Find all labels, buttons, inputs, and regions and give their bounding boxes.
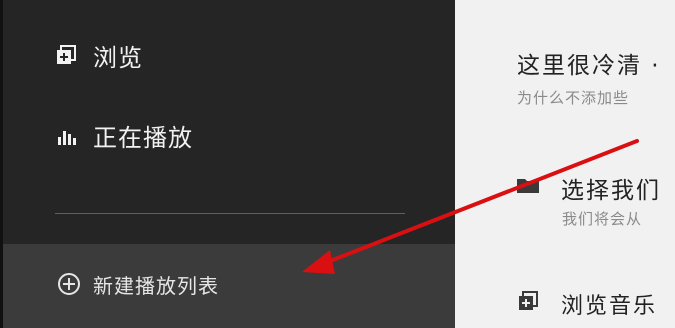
sidebar-item-now-playing[interactable]: 正在播放	[53, 118, 193, 153]
equalizer-icon	[53, 122, 81, 150]
add-circle-icon	[56, 271, 82, 297]
folder-icon	[517, 177, 539, 193]
empty-state-subtitle: 为什么不添加些	[517, 89, 630, 107]
new-playlist-label: 新建播放列表	[93, 274, 219, 298]
sidebar-item-browse[interactable]: 浏览	[53, 38, 143, 73]
divider	[55, 213, 405, 214]
browse-icon	[517, 290, 541, 314]
browse-icon	[53, 42, 81, 70]
new-playlist-button[interactable]: 新建播放列表	[3, 244, 458, 328]
choose-folder-description: 我们将会从	[562, 210, 643, 228]
browse-music-label: 浏览音乐	[561, 294, 658, 319]
main-content: 这里很冷清 · 为什么不添加些 选择我们 我们将会从 浏览音乐	[455, 0, 675, 328]
sidebar-item-label: 浏览	[93, 44, 143, 72]
sidebar: 浏览 正在播放 新建播放列表	[0, 0, 458, 328]
sidebar-item-label: 正在播放	[93, 124, 193, 152]
choose-folder-label: 选择我们	[561, 178, 661, 204]
empty-state-title: 这里很冷清 ·	[517, 53, 661, 79]
